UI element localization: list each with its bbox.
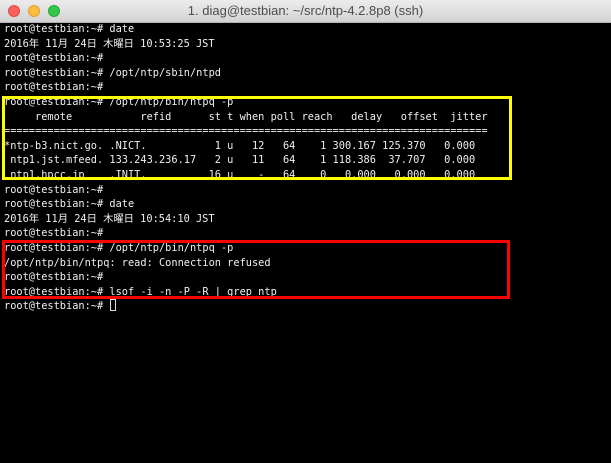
error-line: /opt/ntp/bin/ntpq: read: Connection refu… — [4, 256, 271, 269]
ntpq-peer-row: *ntp-b3.nict.go. .NICT. 1 u 12 64 1 300.… — [4, 139, 476, 152]
terminal-line: root@testbian:~# lsof -i -n -P -R | grep… — [4, 285, 277, 298]
prompt-text: root@testbian:~# — [4, 300, 110, 313]
terminal-line: root@testbian:~# — [4, 183, 104, 196]
terminal-line: root@testbian:~# /opt/ntp/sbin/ntpd — [4, 66, 221, 79]
terminal-line: 2016年 11月 24日 木曜日 10:54:10 JST — [4, 212, 215, 225]
ntpq-peer-row: ntp1.hpcc.jp .INIT. 16 u - 64 0 0.000 0.… — [4, 168, 476, 181]
terminal-line: root@testbian:~# /opt/ntp/bin/ntpq -p — [4, 241, 234, 254]
title-bar[interactable]: 1. diag@testbian: ~/src/ntp-4.2.8p8 (ssh… — [0, 0, 611, 23]
terminal-line: root@testbian:~# date — [4, 198, 135, 211]
terminal-line: root@testbian:~# — [4, 52, 104, 65]
terminal-window: 1. diag@testbian: ~/src/ntp-4.2.8p8 (ssh… — [0, 0, 611, 463]
terminal-line: root@testbian:~# — [4, 81, 104, 94]
terminal-line: 2016年 11月 24日 木曜日 10:53:25 JST — [4, 37, 215, 50]
text-cursor — [110, 299, 117, 312]
terminal-line: root@testbian:~# — [4, 271, 104, 284]
prompt-line: root@testbian:~# — [4, 299, 609, 314]
terminal-line: root@testbian:~# — [4, 227, 104, 240]
terminal-line: root@testbian:~# date — [4, 23, 135, 35]
window-title: 1. diag@testbian: ~/src/ntp-4.2.8p8 (ssh… — [187, 3, 424, 18]
ntpq-peer-row: ntp1.jst.mfeed. 133.243.236.17 2 u 11 64… — [4, 154, 476, 167]
terminal-line: root@testbian:~# /opt/ntp/bin/ntpq -p — [4, 95, 234, 108]
ntpq-header-line: remote refid st t when poll reach delay … — [4, 110, 488, 123]
ntpq-separator-line: ========================================… — [4, 125, 488, 138]
terminal-output[interactable]: root@testbian:~# date 2016年 11月 24日 木曜日 … — [4, 22, 609, 463]
